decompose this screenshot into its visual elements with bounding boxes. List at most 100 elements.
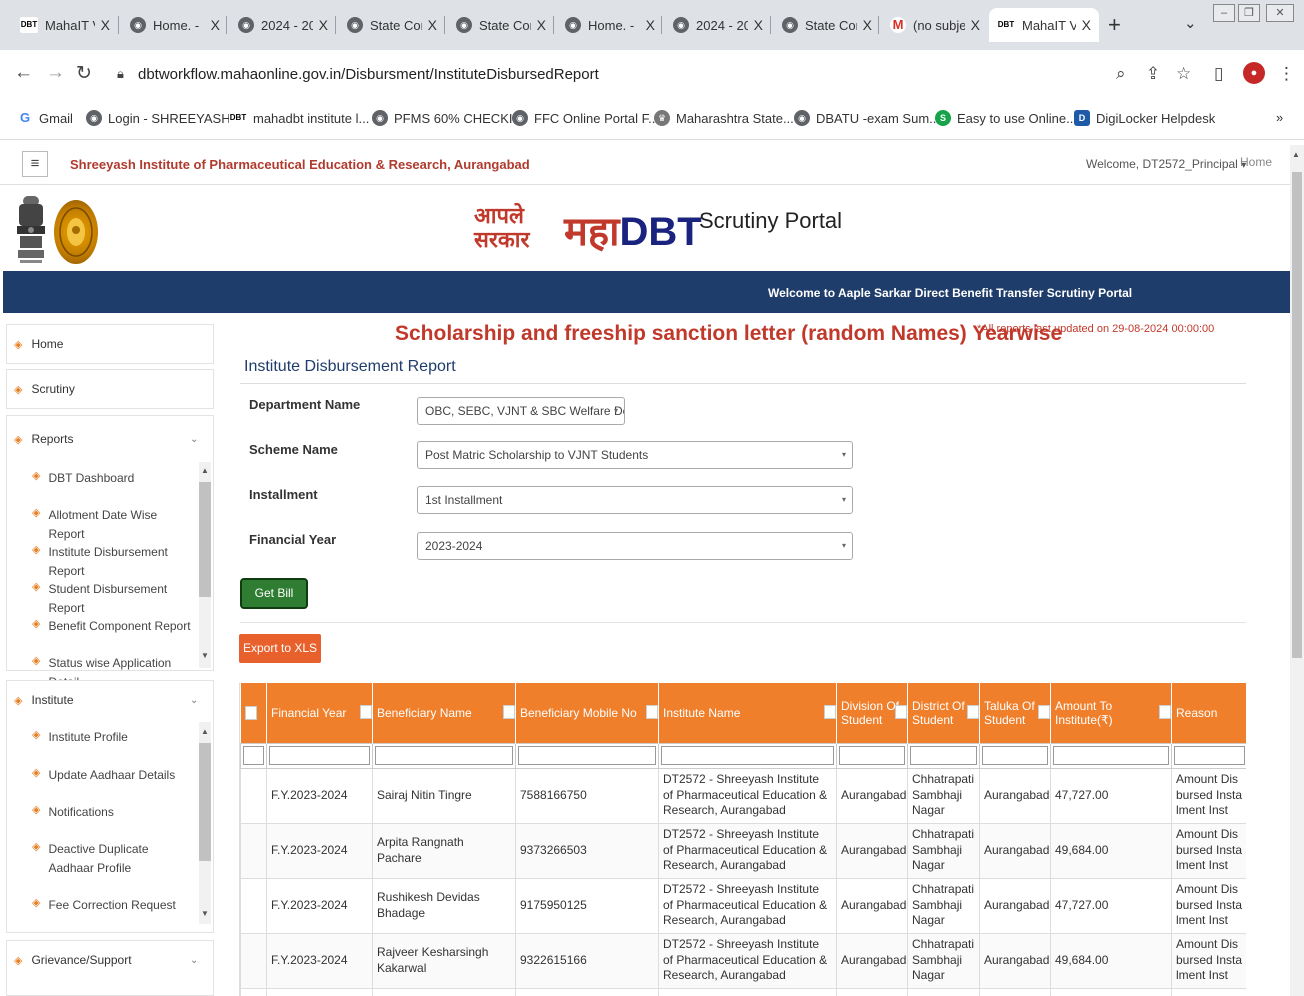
zoom-icon[interactable]: ⌕ <box>1116 64 1126 84</box>
lock-icon[interactable]: 🔒︎ <box>117 66 124 82</box>
sidebar-item-institute-3[interactable]: ◈ Deactive Duplicate Aadhaar Profile <box>32 840 192 878</box>
bookmark-item[interactable]: ◉ Login - SHREEYASH... <box>86 110 241 126</box>
filter-toggle-icon[interactable] <box>244 706 257 721</box>
welcome-user-dropdown[interactable]: Welcome, DT2572_Principal ▾ <box>1086 157 1246 171</box>
export-xls-button[interactable]: Export to XLS <box>239 634 321 663</box>
table-row[interactable]: F.Y.2023-2024 Arpita Rangnath Pachare 9373… <box>240 822 1246 879</box>
chevron-down-icon[interactable]: ⌄ <box>190 955 198 966</box>
reload-icon[interactable]: ↻ <box>76 62 92 85</box>
browser-tab[interactable]: ◉ Home. - X <box>557 8 663 42</box>
scroll-up-arrow-icon[interactable]: ▲ <box>201 727 209 736</box>
home-link[interactable]: Home <box>1240 155 1272 169</box>
sidebar-item-institute[interactable]: ◈ Institute <box>14 693 74 707</box>
back-arrow-icon[interactable]: ← <box>14 62 33 84</box>
close-tab-icon[interactable]: X <box>863 17 872 33</box>
hamburger-menu-icon[interactable]: ≡ <box>22 151 48 177</box>
column-filter-input[interactable] <box>1053 746 1169 765</box>
close-tab-icon[interactable]: X <box>971 17 980 33</box>
bookmark-item[interactable]: DBT mahadbt institute l... <box>229 110 369 126</box>
scheme-select[interactable]: Post Matric Scholarship to VJNT Students… <box>417 441 853 469</box>
browser-tab[interactable]: ◉ 2024 - 20 X <box>230 8 336 42</box>
column-header[interactable]: Division Of Student <box>836 683 908 743</box>
sidebar-item-report-0[interactable]: ◈ DBT Dashboard <box>32 469 192 488</box>
scroll-down-arrow-icon[interactable]: ▼ <box>201 909 209 918</box>
close-window-icon[interactable]: ✕ <box>1266 4 1294 22</box>
institute-scrollbar-thumb[interactable] <box>199 743 211 861</box>
close-tab-icon[interactable]: X <box>1082 17 1091 33</box>
profile-avatar[interactable]: ● <box>1243 62 1265 84</box>
column-header[interactable]: Reason <box>1171 683 1246 743</box>
filter-toggle-icon[interactable] <box>646 705 658 719</box>
column-filter-input[interactable] <box>375 746 513 765</box>
sidebar-item-institute-4[interactable]: ◈ Fee Correction Request <box>32 896 192 915</box>
get-bill-data-button[interactable]: Get Bill Data <box>240 578 308 627</box>
column-filter-input[interactable] <box>243 746 264 765</box>
column-filter-input[interactable] <box>982 746 1048 765</box>
filter-toggle-icon[interactable] <box>824 705 836 719</box>
scroll-up-arrow-icon[interactable]: ▲ <box>201 466 209 475</box>
sidebar-item-report-3[interactable]: ◈ Student Disbursement Report <box>32 580 192 618</box>
close-tab-icon[interactable]: X <box>101 17 110 33</box>
column-header[interactable]: Beneficiary Mobile No <box>515 683 659 743</box>
table-row[interactable]: F.Y.2023-2024 Sairaj Nitin Tingre 75881667… <box>240 767 1246 824</box>
bookmark-star-icon[interactable]: ☆ <box>1176 64 1191 84</box>
browser-tab[interactable]: M (no subje X <box>882 8 988 42</box>
filter-toggle-icon[interactable] <box>360 705 372 719</box>
browser-tab[interactable]: ◉ State Cor X <box>448 8 554 42</box>
bookmark-item[interactable]: ◉ DBATU -exam Sum... <box>794 110 940 126</box>
installment-select[interactable]: 1st Installment ▾ <box>417 486 853 514</box>
column-filter-input[interactable] <box>269 746 370 765</box>
sidebar-item-institute-1[interactable]: ◈ Update Aadhaar Details <box>32 766 192 785</box>
sidebar-item-home-label[interactable]: ◈ Home <box>14 337 63 351</box>
filter-toggle-icon[interactable] <box>1038 705 1050 719</box>
browser-tab[interactable]: ◉ Home. - X <box>122 8 228 42</box>
side-panel-icon[interactable]: ▯ <box>1214 64 1223 84</box>
sidebar-item-report-1[interactable]: ◈ Allotment Date Wise Report <box>32 506 192 544</box>
table-row[interactable]: F.Y.2023-2024 Rajveer Kesharsingh Kakarwa… <box>240 932 1246 989</box>
browser-tab[interactable]: ◉ State Cor X <box>774 8 880 42</box>
chevron-down-icon[interactable]: ⌄ <box>190 695 198 706</box>
close-tab-icon[interactable]: X <box>428 17 437 33</box>
department-select[interactable]: OBC, SEBC, VJNT & SBC Welfare Dep... ▾ <box>417 397 625 425</box>
menu-kebab-icon[interactable]: ⋮ <box>1278 64 1295 84</box>
browser-tab[interactable]: ◉ 2024 - 20 X <box>665 8 771 42</box>
close-tab-icon[interactable]: X <box>754 17 763 33</box>
scroll-down-arrow-icon[interactable]: ▼ <box>201 651 209 660</box>
reports-scrollbar-thumb[interactable] <box>199 482 211 597</box>
sidebar-item-reports[interactable]: ◈ Reports <box>14 432 74 446</box>
bookmark-item[interactable]: ◉ PFMS 60% CHECKI... <box>372 110 523 126</box>
filter-toggle-icon[interactable] <box>503 705 515 719</box>
minimize-window-icon[interactable]: – <box>1213 4 1235 22</box>
sidebar-item-institute-2[interactable]: ◈ Notifications <box>32 803 192 822</box>
bookmark-item[interactable]: ♛ Maharashtra State... <box>654 110 794 126</box>
filter-toggle-icon[interactable] <box>895 705 907 719</box>
column-filter-input[interactable] <box>661 746 834 765</box>
column-header[interactable]: Amount To Institute(₹) <box>1050 683 1172 743</box>
column-header[interactable]: Beneficiary Name <box>372 683 516 743</box>
tab-search-chevron-icon[interactable]: ⌄ <box>1184 14 1197 32</box>
url-text[interactable]: dbtworkflow.mahaonline.gov.in/Disbursmen… <box>138 66 599 83</box>
column-filter-input[interactable] <box>518 746 656 765</box>
forward-arrow-icon[interactable]: → <box>46 62 65 84</box>
filter-toggle-icon[interactable] <box>1159 705 1171 719</box>
bookmark-item[interactable]: S Easy to use Online... <box>935 110 1077 126</box>
bookmark-item[interactable]: G Gmail <box>17 110 73 126</box>
close-tab-icon[interactable]: X <box>211 17 220 33</box>
share-icon[interactable]: ⇪ <box>1146 64 1160 84</box>
browser-tab[interactable]: DBT MahaIT V X <box>12 8 118 42</box>
chevron-down-icon[interactable]: ⌄ <box>190 434 198 445</box>
bookmark-item[interactable]: D DigiLocker Helpdesk <box>1074 110 1215 126</box>
column-header[interactable]: District Of Student <box>907 683 980 743</box>
bookmarks-overflow-button[interactable]: » <box>1276 110 1283 125</box>
browser-tab[interactable]: ◉ State Cor X <box>339 8 445 42</box>
column-header[interactable]: Taluka Of Student <box>979 683 1051 743</box>
financial-year-select[interactable]: 2023-2024 ▾ <box>417 532 853 560</box>
restore-window-icon[interactable]: ❐ <box>1238 4 1260 22</box>
sidebar-item-grievance[interactable]: ◈ Grievance/Support <box>14 953 132 967</box>
sidebar-item-report-4[interactable]: ◈ Benefit Component Report <box>32 617 192 636</box>
column-filter-input[interactable] <box>910 746 977 765</box>
close-tab-icon[interactable]: X <box>537 17 546 33</box>
scroll-up-arrow-icon[interactable]: ▲ <box>1292 150 1300 159</box>
column-header[interactable]: Institute Name <box>658 683 837 743</box>
filter-toggle-icon[interactable] <box>967 705 979 719</box>
